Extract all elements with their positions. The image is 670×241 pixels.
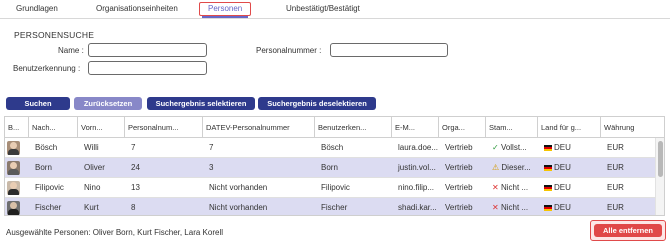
land-text: DEU (554, 163, 571, 172)
status-text: Vollst... (500, 143, 527, 152)
remove-all-highlight: Alle entfernen (590, 220, 666, 241)
col-personalnummer[interactable]: Personalnum... (124, 117, 194, 138)
person-photo (7, 161, 20, 175)
cell-email: shadi.kar... (398, 203, 437, 212)
cell-stammdaten: ✓ Vollst... (489, 138, 537, 158)
search-section-title: PERSONENSUCHE (14, 30, 95, 40)
table-header: B... Nach... Vorn... Personalnum... DATE… (5, 117, 664, 138)
col-vorname[interactable]: Vorn... (77, 117, 117, 138)
tab-grundlagen[interactable]: Grundlagen (16, 3, 58, 17)
person-photo (7, 201, 20, 215)
table-row[interactable]: Bösch Willi 7 7 Bösch laura.doe... Vertr… (5, 138, 656, 158)
cell-nachname: Filipovic (35, 183, 64, 192)
search-button[interactable]: Suchen (6, 97, 70, 110)
cell-email: nino.filip... (398, 183, 435, 192)
error-x-icon: ✕ (492, 183, 499, 192)
cell-personalnummer: 7 (131, 143, 136, 152)
cell-nachname: Born (35, 163, 52, 172)
germany-flag-icon (544, 185, 552, 191)
col-stammdaten[interactable]: Stam... (485, 117, 529, 138)
land-text: DEU (554, 203, 571, 212)
cell-personalnummer: 13 (131, 183, 140, 192)
cell-stammdaten: ✕ Nicht ... (489, 178, 537, 198)
cell-datev: 7 (209, 143, 214, 152)
col-benutzerkennung[interactable]: Benutzerken... (314, 117, 390, 138)
cell-vorname: Willi (84, 143, 99, 152)
cell-personalnummer: 8 (131, 203, 136, 212)
col-orga[interactable]: Orga... (438, 117, 480, 138)
col-bild[interactable]: B... (5, 117, 25, 138)
cell-land: DEU (541, 178, 597, 198)
cell-orga: Vertrieb (445, 183, 473, 192)
check-icon: ✓ (492, 143, 499, 152)
cell-waehrung: EUR (607, 203, 624, 212)
cell-benutzerkennung: Fischer (321, 203, 348, 212)
cell-email: laura.doe... (398, 143, 439, 152)
name-label: Name : (58, 46, 84, 55)
land-text: DEU (554, 143, 571, 152)
cell-nachname: Bösch (35, 143, 58, 152)
personalnummer-input[interactable] (330, 43, 448, 57)
col-waehrung[interactable]: Währung (600, 117, 656, 138)
person-photo (7, 141, 20, 155)
table-row[interactable]: Born Oliver 24 3 Born justin.vol... Vert… (5, 158, 656, 178)
cell-orga: Vertrieb (445, 203, 473, 212)
tab-unbestaetigt-bestaetigt[interactable]: Unbestätigt/Bestätigt (286, 3, 360, 17)
col-land[interactable]: Land für g... (537, 117, 597, 138)
cell-vorname: Kurt (84, 203, 99, 212)
cell-nachname: Fischer (35, 203, 62, 212)
cell-land: DEU (541, 158, 597, 178)
cell-benutzerkennung: Bösch (321, 143, 344, 152)
table-row[interactable]: Fischer Kurt 8 Nicht vorhanden Fischer s… (5, 198, 656, 215)
col-email[interactable]: E-M... (391, 117, 435, 138)
cell-personalnummer: 24 (131, 163, 140, 172)
name-input[interactable] (88, 43, 207, 57)
benutzerkennung-input[interactable] (88, 61, 207, 75)
scrollbar-thumb[interactable] (658, 141, 663, 177)
col-nachname[interactable]: Nach... (28, 117, 61, 138)
cell-benutzerkennung: Filipovic (321, 183, 350, 192)
cell-datev: Nicht vorhanden (209, 183, 268, 192)
remove-all-button[interactable]: Alle entfernen (594, 224, 662, 237)
status-text: Nicht ... (500, 203, 529, 212)
cell-stammdaten: ⚠ Dieser... (489, 158, 537, 178)
cell-land: DEU (541, 198, 597, 215)
germany-flag-icon (544, 205, 552, 211)
cell-orga: Vertrieb (445, 163, 473, 172)
benutzerkennung-label: Benutzerkennung : (13, 64, 81, 73)
warning-icon: ⚠ (492, 163, 500, 172)
cell-orga: Vertrieb (445, 143, 473, 152)
status-text: Dieser... (501, 163, 531, 172)
land-text: DEU (554, 183, 571, 192)
cell-datev: 3 (209, 163, 214, 172)
cell-email: justin.vol... (398, 163, 436, 172)
status-text: Nicht ... (500, 183, 529, 192)
persons-table: B... Nach... Vorn... Personalnum... DATE… (4, 116, 665, 216)
deselect-results-button[interactable]: Suchergebnis deselektieren (258, 97, 376, 110)
personalnummer-label: Personalnummer : (256, 46, 322, 55)
cell-benutzerkennung: Born (321, 163, 338, 172)
cell-waehrung: EUR (607, 143, 624, 152)
cell-waehrung: EUR (607, 163, 624, 172)
table-row[interactable]: Filipovic Nino 13 Nicht vorhanden Filipo… (5, 178, 656, 198)
cell-waehrung: EUR (607, 183, 624, 192)
cell-vorname: Nino (84, 183, 101, 192)
germany-flag-icon (544, 165, 552, 171)
selected-persons-text: Ausgewählte Personen: Oliver Born, Kurt … (6, 228, 223, 237)
germany-flag-icon (544, 145, 552, 151)
cell-stammdaten: ✕ Nicht ... (489, 198, 537, 215)
cell-vorname: Oliver (84, 163, 105, 172)
person-photo (7, 181, 20, 195)
error-x-icon: ✕ (492, 203, 499, 212)
col-datev[interactable]: DATEV-Personalnummer (202, 117, 312, 138)
tab-bar: Grundlagen Organisationseinheiten Person… (0, 0, 670, 19)
table-scrollbar[interactable] (655, 138, 664, 215)
cell-land: DEU (541, 138, 597, 158)
reset-button[interactable]: Zurücksetzen (74, 97, 142, 110)
select-results-button[interactable]: Suchergebnis selektieren (147, 97, 255, 110)
tab-personen[interactable]: Personen (199, 2, 252, 18)
tab-organisationseinheiten[interactable]: Organisationseinheiten (96, 3, 178, 17)
cell-datev: Nicht vorhanden (209, 203, 268, 212)
